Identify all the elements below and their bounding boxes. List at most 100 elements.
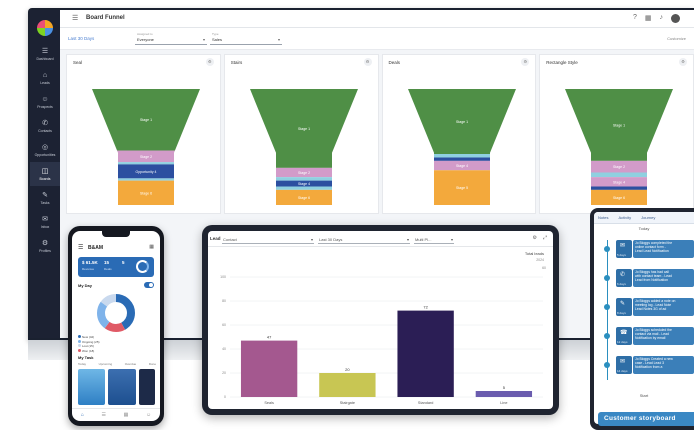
y-tick-label: 100 xyxy=(220,275,226,279)
notification-bell-icon[interactable]: ♪ xyxy=(660,14,664,23)
bar-value-label: 5 xyxy=(503,385,506,390)
expand-icon[interactable]: ⤢ xyxy=(543,235,547,241)
hamburger-menu-icon[interactable]: ☰ xyxy=(72,14,78,22)
task-tab[interactable]: Done xyxy=(149,362,156,366)
type-select[interactable]: Type Sales ▾ xyxy=(210,32,282,45)
funnel-band[interactable] xyxy=(591,172,648,178)
funnel-card[interactable]: Rectangle Style ⚙ Stage 1 Stage 2 Stage 4 Sta… xyxy=(539,54,694,214)
my-task-title: My Task xyxy=(78,355,94,360)
date-select[interactable]: Last 30 Days ▾ xyxy=(318,234,410,244)
chevron-down-icon: ▾ xyxy=(277,37,280,42)
funnel-band[interactable] xyxy=(275,186,332,190)
task-tab[interactable]: Today xyxy=(78,362,86,366)
phone-stats-card[interactable]: $ 61.5K Revenue 15 Deals 5 xyxy=(78,257,154,277)
top-bar: ☰ Board Funnel ? ▦ ♪ xyxy=(60,10,694,28)
sidebar-item-boards[interactable]: ◫ Boards xyxy=(30,162,60,186)
x-tick-label: Stairgate xyxy=(340,401,355,405)
journey-tab-journey[interactable]: Journey xyxy=(641,215,655,220)
progress-ring-icon xyxy=(136,260,149,273)
calendar-icon[interactable]: ▦ xyxy=(149,244,154,250)
gear-icon[interactable]: ⚙ xyxy=(533,235,537,241)
hamburger-menu-icon[interactable]: ☰ xyxy=(78,244,83,251)
journey-event[interactable]: ✎ 8 days Jo Bloggs added a note on meeting … xyxy=(600,298,694,316)
legend-dot-icon xyxy=(78,344,81,347)
phone-screen: ☰ B&AM ▦ $ 61.5K Revenue 15 Deals 5 My D… xyxy=(72,231,160,421)
sidebar-item-inbox[interactable]: ✉ Inbox xyxy=(30,210,60,234)
bar-stairgate[interactable] xyxy=(319,373,376,397)
contact-select[interactable]: Contact ▾ xyxy=(222,234,314,244)
task-tab[interactable]: Overdue xyxy=(125,362,137,366)
event-type-icon: ☎ 12 days xyxy=(616,327,632,345)
sidebar-item-tasks[interactable]: ✎ Tasks xyxy=(30,186,60,210)
nav-prospects-icon: ☺ xyxy=(41,95,49,103)
journey-event[interactable]: ☎ 12 days Jo Bloggs scheduled the contact v… xyxy=(600,327,694,345)
bar-standard[interactable] xyxy=(397,310,454,397)
pipeline-select[interactable]: Multi Pl... ▾ xyxy=(414,234,454,244)
home-icon[interactable]: ⌂ xyxy=(81,412,84,418)
donut-chart xyxy=(97,294,135,332)
list-icon[interactable]: ☰ xyxy=(102,412,106,418)
bar-value-label: 47 xyxy=(267,335,272,340)
grid-apps-icon[interactable]: ▦ xyxy=(645,14,652,23)
funnel-card[interactable]: Deals ⚙ Stage 1 Stage 4 Stage 5 xyxy=(381,54,537,214)
customize-link[interactable]: Customize xyxy=(667,36,686,41)
task-tab[interactable]: Upcoming xyxy=(99,362,113,366)
funnel-band[interactable] xyxy=(591,186,648,190)
phone-header: ☰ B&AM ▦ xyxy=(72,241,160,255)
funnel-band[interactable] xyxy=(118,178,174,181)
funnel-chart: Stage 1 Stage 2 Opportunity 4 Stage 6 xyxy=(92,89,200,205)
sidebar-item-leads[interactable]: ⌂ Leads xyxy=(30,66,60,90)
toggle-switch[interactable] xyxy=(144,282,154,288)
journey-event[interactable]: ✆ 6 days Jo Bloggs has had call with contac… xyxy=(600,269,694,287)
funnel-card[interactable]: Stairs ⚙ Stage 1 Stage 2 Stage 4 Stage 6 xyxy=(223,54,379,214)
sidebar-item-opportunities[interactable]: ◎ Opportunities xyxy=(30,138,60,162)
my-day-section: My Day xyxy=(78,281,154,291)
journey-tab-activity[interactable]: Activity xyxy=(618,215,631,220)
tablet-device: Lead Contact ▾ Last 30 Days ▾ Multi Pl..… xyxy=(202,225,559,415)
funnel-band[interactable] xyxy=(433,157,490,161)
timeline-dot-icon xyxy=(604,246,610,252)
nav-leads-icon: ⌂ xyxy=(42,71,48,79)
timeline-dot-icon xyxy=(604,333,610,339)
funnel-chart: Stage 1 Stage 2 Stage 4 Stage 6 xyxy=(249,89,358,205)
assigned-to-select[interactable]: Assigned to Everyone ▾ xyxy=(135,32,207,45)
sidebar-item-prospects[interactable]: ☺ Prospects xyxy=(30,90,60,114)
user-avatar[interactable] xyxy=(671,14,680,23)
task-card[interactable] xyxy=(78,369,105,405)
app-logo[interactable] xyxy=(37,20,53,36)
bar-seals[interactable] xyxy=(240,340,298,397)
funnel-chart: Stage 1 Stage 4 Stage 5 xyxy=(407,89,516,205)
funnel-chart: Stage 1 Stage 2 Stage 4 Stage 6 xyxy=(565,89,674,205)
event-description: Jo Bloggs scheduled the contact via mail … xyxy=(633,327,694,345)
chart-total-sub: 2024 xyxy=(536,258,544,262)
funnel-band-label: Stage 1 xyxy=(298,127,310,131)
page-title: Board Funnel xyxy=(86,15,125,21)
sidebar-item-profiles[interactable]: ⚙ Profiles xyxy=(30,234,60,258)
journey-event[interactable]: ✉ 5 days Jo Bloggs completed the online con… xyxy=(600,240,694,258)
sidebar-item-contacts[interactable]: ✆ Contacts xyxy=(30,114,60,138)
journey-tab-notes[interactable]: Notes xyxy=(598,215,608,220)
funnel-band[interactable] xyxy=(433,153,490,158)
calendar-icon[interactable]: ▦ xyxy=(124,412,129,418)
funnel-band[interactable] xyxy=(275,177,332,181)
x-tick-label: Standard xyxy=(418,401,433,405)
funnel-band[interactable] xyxy=(118,162,174,165)
date-range-link[interactable]: Last 30 Days xyxy=(68,36,94,41)
legend-dot-icon xyxy=(78,335,81,338)
journey-event[interactable]: ✉ 14 days Jo Bloggs Created a new case - Le… xyxy=(600,356,694,374)
bar-chart: Total leads 2024 60 0 20 40 60 80 100 47 Seals 20 St… xyxy=(220,251,546,405)
funnel-card[interactable]: Seal ⚙ Stage 1 Stage 2 Opportunity 4 Stage 6 xyxy=(66,54,221,214)
help-icon[interactable]: ? xyxy=(633,14,637,23)
event-type-icon: ✉ 14 days xyxy=(616,356,632,374)
task-card[interactable] xyxy=(108,369,136,405)
bar-value-label: 72 xyxy=(423,305,428,310)
sidebar-item-dashboard[interactable]: ☰ Dashboard xyxy=(30,42,60,66)
task-cards xyxy=(78,369,158,405)
task-card[interactable] xyxy=(139,369,155,405)
donut-legend: New (42) Ongoing (25) Lost (15) Won (18) xyxy=(78,335,156,353)
user-icon[interactable]: ☺ xyxy=(146,412,151,418)
bar-line[interactable] xyxy=(475,391,533,397)
sidebar-item-label: Inbox xyxy=(40,224,50,229)
chevron-down-icon: ▾ xyxy=(450,237,453,242)
sidebar-item-label: Boards xyxy=(39,176,51,181)
